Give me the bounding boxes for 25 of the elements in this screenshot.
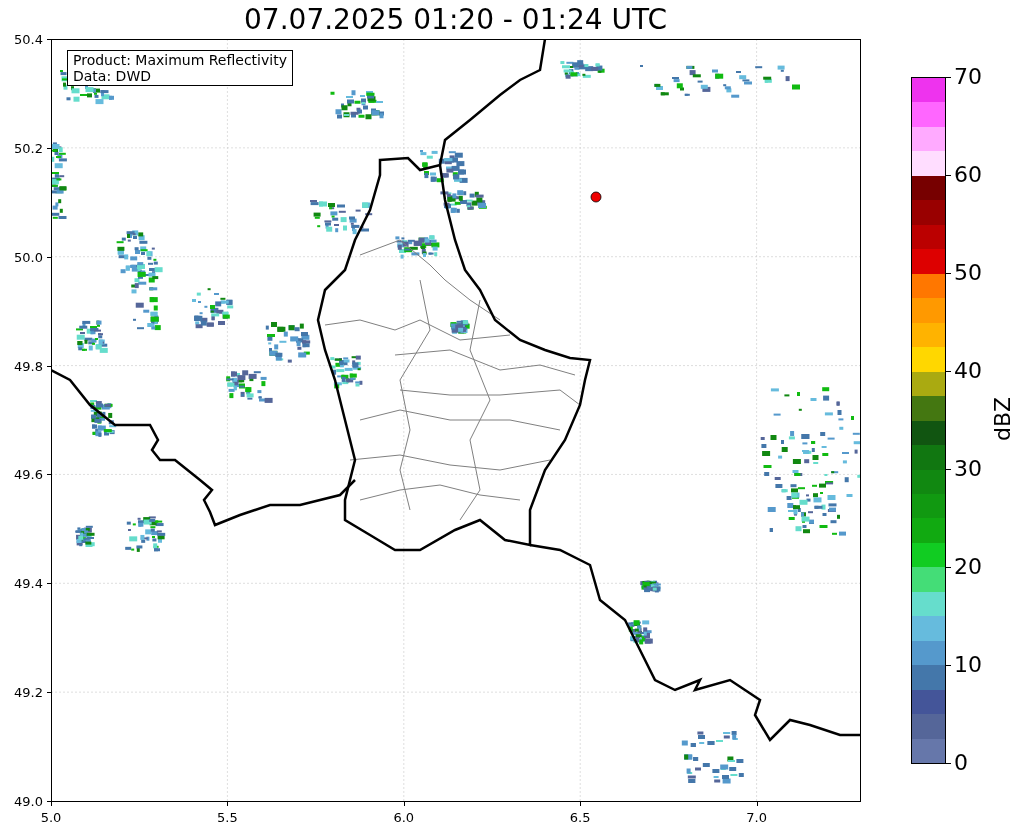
- colorbar-tick-label: 20: [954, 554, 982, 580]
- y-tick-label: 50.4: [13, 32, 43, 47]
- info-line: Product: Maximum Reflectivity: [73, 52, 287, 68]
- colorbar-tick-label: 50: [954, 260, 982, 286]
- y-tick-label: 50.2: [13, 140, 43, 156]
- x-tick-label: 6.0: [392, 810, 416, 825]
- colorbar-tick-label: 30: [954, 456, 982, 482]
- x-tick-label: 7.0: [745, 810, 768, 825]
- x-tick-label: 5.5: [216, 810, 239, 825]
- y-tick-label: 49.4: [13, 576, 43, 592]
- info-line: Data: DWD: [73, 68, 152, 84]
- y-tick-label: 49.8: [13, 358, 43, 374]
- colorbar-tick-label: 40: [954, 358, 982, 384]
- x-tick-label: 5.0: [39, 810, 63, 825]
- colorbar-tick-label: 60: [954, 162, 982, 188]
- y-tick-label: 50.0: [13, 249, 43, 265]
- x-tick-label: 6.5: [568, 810, 592, 825]
- y-tick-label: 49.0: [13, 794, 43, 809]
- colorbar-tick-label: 70: [954, 64, 982, 90]
- colorbar-tick-label: 10: [954, 652, 982, 678]
- colorbar-tick-label: 0: [954, 750, 968, 776]
- y-tick-label: 49.6: [13, 467, 43, 483]
- y-tick-label: 49.2: [13, 685, 43, 701]
- colorbar-label: dBZ: [990, 395, 1016, 444]
- chart-title: 07.07.2025 01:20 - 01:24 UTC: [243, 2, 668, 38]
